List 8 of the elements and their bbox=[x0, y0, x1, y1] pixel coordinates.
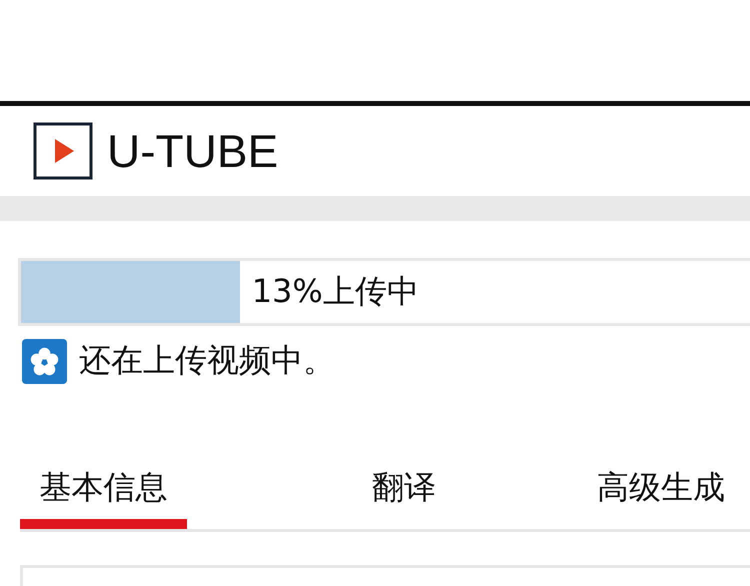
notice-text: 还在上传视频中。 bbox=[79, 340, 335, 381]
logo-text: U-TUBE bbox=[107, 124, 278, 178]
flower-icon bbox=[22, 338, 67, 384]
tab[interactable]: 基本信息 bbox=[20, 456, 187, 529]
tab[interactable]: 翻译 bbox=[337, 456, 471, 529]
play-icon bbox=[33, 122, 93, 180]
progress-label: 13%上传中 bbox=[250, 271, 419, 312]
tab[interactable]: 高级生成 bbox=[581, 456, 741, 529]
